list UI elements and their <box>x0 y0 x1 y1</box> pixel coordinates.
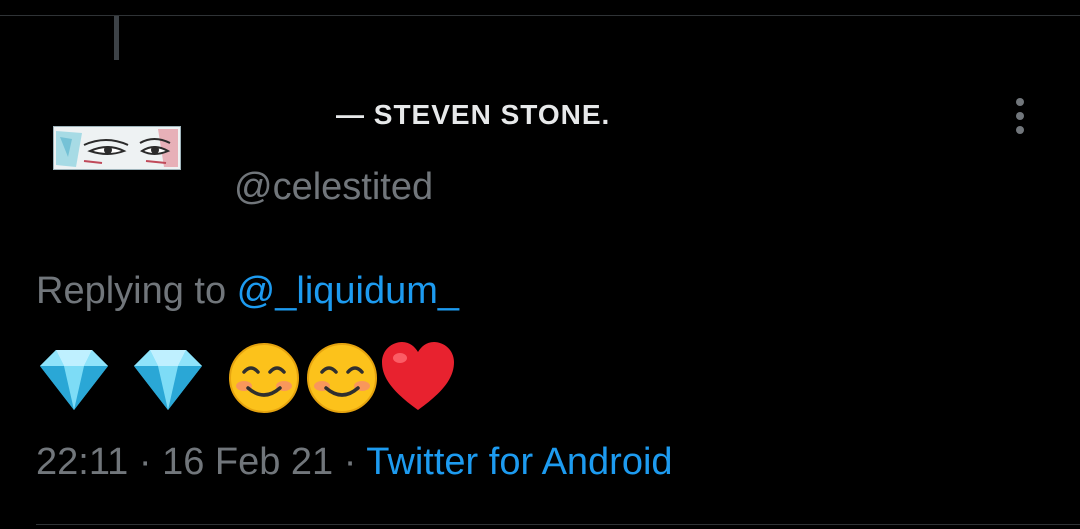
mention-link[interactable]: @_liquidum_ <box>237 270 459 312</box>
thread-connector-line <box>114 16 119 60</box>
meta-separator: · <box>128 441 163 483</box>
tweet-text <box>36 340 466 416</box>
bottom-divider <box>36 524 1080 525</box>
tweet-date[interactable]: 16 Feb 21 <box>162 441 333 483</box>
replying-to: Replying to @_liquidum_ <box>36 270 459 313</box>
more-dot-icon <box>1016 112 1024 120</box>
red-heart-icon <box>382 342 454 410</box>
display-name[interactable]: — STEVEN STONE. <box>336 99 610 131</box>
avatar[interactable] <box>53 126 181 170</box>
tweet-time[interactable]: 22:11 <box>36 441 128 483</box>
tweet-detail: — STEVEN STONE. @celestited Replying to … <box>0 0 1080 529</box>
smiling-face-icon <box>229 343 299 413</box>
more-dot-icon <box>1016 126 1024 134</box>
gem-stone-icon <box>40 350 108 410</box>
meta-separator: · <box>333 441 367 483</box>
avatar-image <box>54 127 180 169</box>
more-options-button[interactable] <box>1004 94 1036 138</box>
tweet-source-link[interactable]: Twitter for Android <box>366 441 672 483</box>
user-handle[interactable]: @celestited <box>234 166 433 209</box>
more-dot-icon <box>1016 98 1024 106</box>
replying-to-label: Replying to <box>36 270 237 312</box>
tweet-meta: 22:11 · 16 Feb 21 · Twitter for Android <box>36 441 673 484</box>
gem-stone-icon <box>134 350 202 410</box>
smiling-face-icon <box>307 343 377 413</box>
top-divider <box>0 15 1080 16</box>
